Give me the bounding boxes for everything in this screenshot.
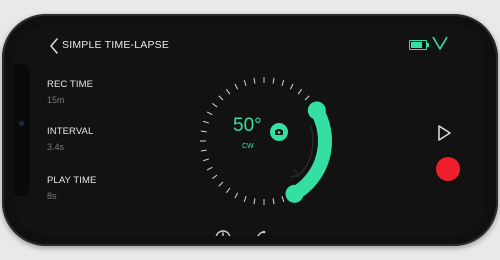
- dial-tick: [297, 88, 303, 95]
- dial-tick: [272, 77, 275, 84]
- play-icon: [438, 125, 451, 141]
- dial-tick: [206, 166, 213, 171]
- dial-end-handle[interactable]: [285, 184, 304, 203]
- dial-tick: [225, 187, 231, 194]
- dial-tick: [253, 77, 256, 84]
- chevron-left-icon: [50, 38, 58, 54]
- dial-tick: [272, 198, 275, 205]
- rotation-dial[interactable]: [189, 66, 339, 216]
- more-icon[interactable]: [284, 229, 302, 236]
- dial-tick: [218, 181, 224, 187]
- rec-time-value[interactable]: 15m: [47, 95, 65, 105]
- dial-tick: [253, 198, 256, 205]
- dial-tick: [281, 196, 285, 203]
- dial-tick: [200, 149, 207, 152]
- dial-tick: [243, 79, 247, 86]
- dial-tick: [304, 95, 310, 101]
- dial-tick: [234, 192, 239, 199]
- phone-notch: [14, 64, 30, 196]
- camera-glyph: [275, 129, 283, 135]
- direction-arrowhead: [289, 168, 300, 178]
- dial-tick: [211, 174, 218, 180]
- clock-icon[interactable]: [214, 229, 232, 236]
- dial-tick: [200, 130, 207, 133]
- battery-icon: [409, 40, 429, 50]
- play-time-value[interactable]: 8s: [47, 191, 57, 201]
- rotation-arc[interactable]: [287, 103, 332, 201]
- dial-start-handle[interactable]: [307, 101, 326, 120]
- check-mark-icon: [432, 36, 448, 50]
- record-button[interactable]: [436, 157, 460, 181]
- dial-tick: [206, 111, 213, 116]
- dial-tick: [289, 83, 294, 90]
- back-button[interactable]: [44, 36, 64, 56]
- phone-frame: SIMPLE TIME-LAPSE REC TIME 15m INTERVAL …: [2, 14, 498, 246]
- rec-time-label: REC TIME: [47, 79, 94, 90]
- dial-tick: [211, 102, 218, 108]
- curve-icon[interactable]: [248, 229, 266, 236]
- dial-tick: [218, 95, 224, 101]
- play-button[interactable]: [436, 124, 452, 142]
- camera-icon[interactable]: [270, 123, 288, 141]
- angle-value: 50°: [233, 115, 262, 136]
- direction-label: CW: [242, 143, 254, 150]
- dial-tick: [202, 158, 209, 162]
- dial-tick: [202, 120, 209, 124]
- page-title: SIMPLE TIME-LAPSE: [62, 39, 170, 51]
- play-time-label: PLAY TIME: [47, 175, 97, 186]
- interval-value[interactable]: 3.4s: [47, 142, 64, 152]
- interval-label: INTERVAL: [47, 126, 94, 137]
- dial-tick: [243, 196, 247, 203]
- battery-fill: [411, 42, 422, 48]
- camera-dot: [19, 121, 24, 126]
- dial-tick: [234, 83, 239, 90]
- screen: SIMPLE TIME-LAPSE REC TIME 15m INTERVAL …: [14, 24, 486, 236]
- dial-tick: [281, 79, 285, 86]
- dial-tick: [225, 88, 231, 95]
